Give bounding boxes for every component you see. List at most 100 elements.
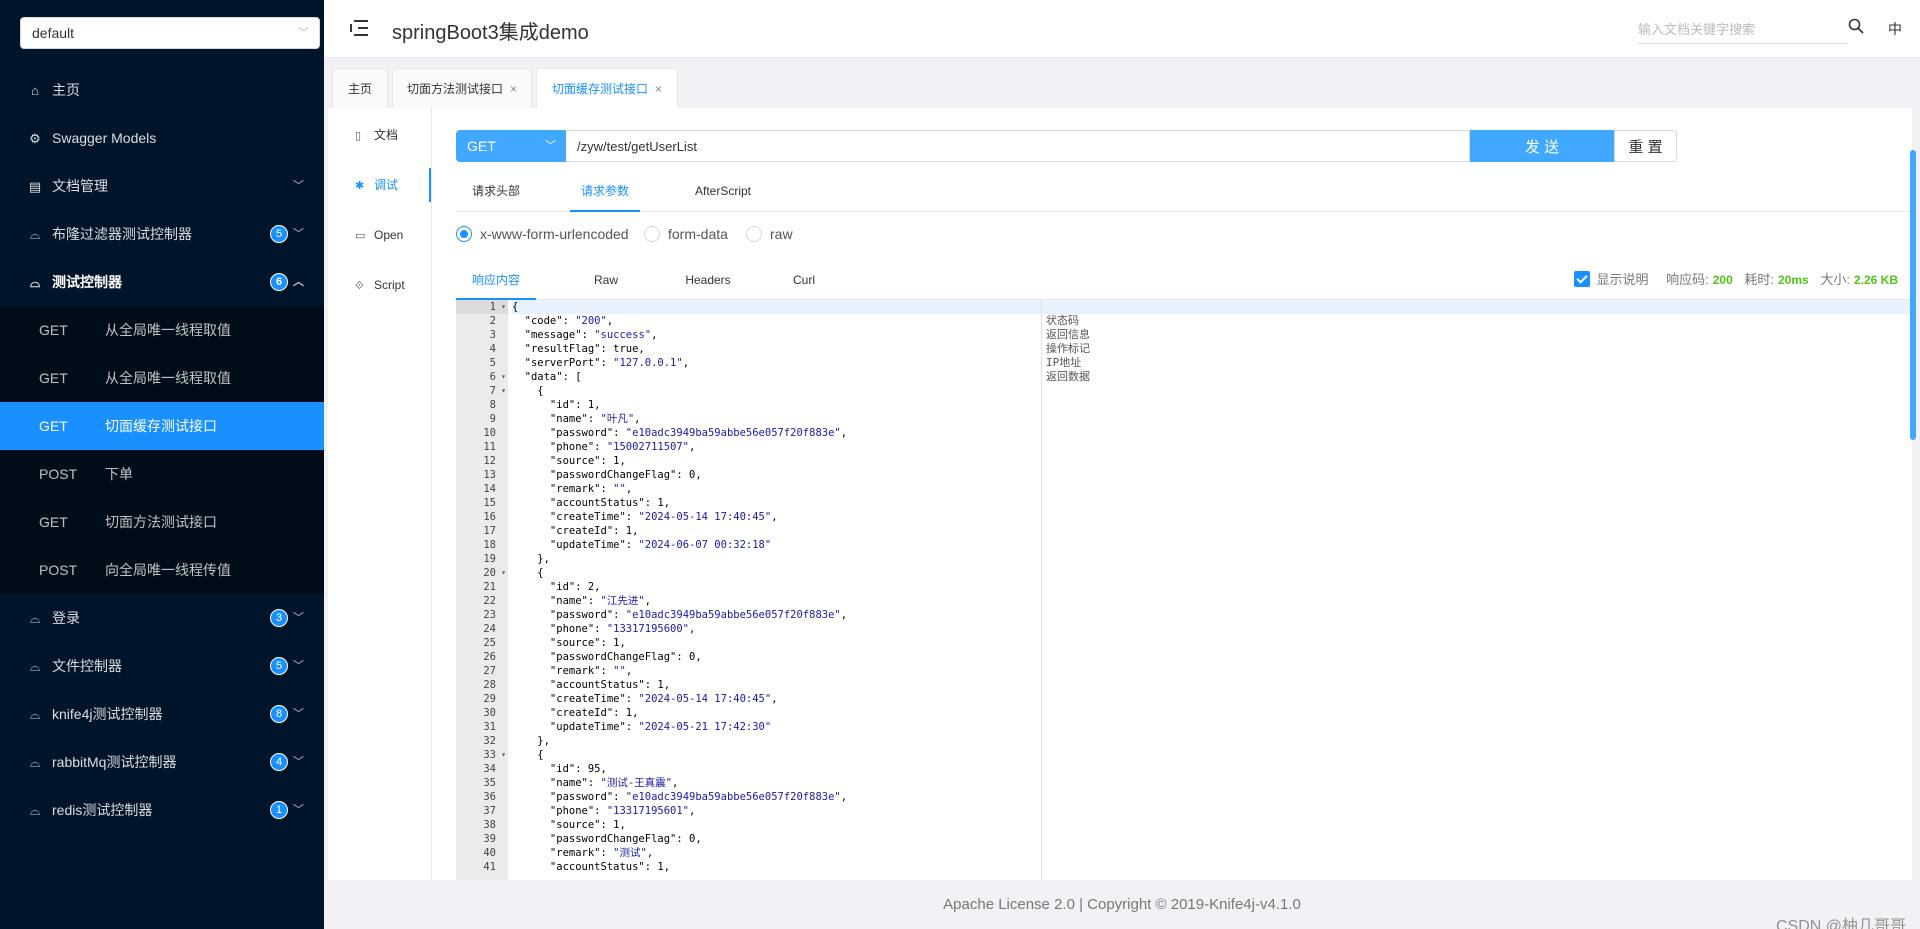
- menu-item-label: Swagger Models: [52, 130, 157, 146]
- menu-item-label: 文件控制器: [52, 658, 122, 674]
- menu-group-rabbitmq[interactable]: ⌓ rabbitMq测试控制器 4 ﹀: [0, 738, 324, 786]
- http-method: GET: [39, 514, 68, 530]
- radio-label: x-www-form-urlencoded: [480, 226, 629, 242]
- line-number: 8: [456, 398, 508, 412]
- api-icon: ⌓: [29, 611, 41, 626]
- fold-toggle-icon[interactable]: ▾: [501, 748, 506, 762]
- radio-form-data[interactable]: form-data: [644, 222, 728, 246]
- vnav-script[interactable]: ⟐ Script: [327, 268, 431, 302]
- field-comment: 返回数据: [1046, 370, 1090, 383]
- api-item-label: 从全局唯一线程取值: [105, 370, 231, 386]
- menu-fold-icon[interactable]: [348, 17, 370, 39]
- tab-aspect-method[interactable]: 切面方法测试接口 ×: [392, 68, 532, 108]
- vnav-doc[interactable]: ▯ 文档: [327, 118, 431, 152]
- line-number: 5: [456, 356, 508, 370]
- send-button[interactable]: 发 送: [1470, 130, 1614, 162]
- tab-response-content[interactable]: 响应内容: [456, 260, 536, 300]
- menu-item-swagger-models[interactable]: ⚙ Swagger Models: [0, 114, 324, 162]
- menu-group-knife4j[interactable]: ⌓ knife4j测试控制器 8 ﹀: [0, 690, 324, 738]
- line-number: 14: [456, 482, 508, 496]
- tab-response-raw[interactable]: Raw: [576, 260, 636, 300]
- line-number: 3: [456, 328, 508, 342]
- show-desc-checkbox[interactable]: [1574, 271, 1591, 287]
- line-number: 7 ▾: [456, 384, 508, 398]
- line-number-value: 22: [483, 595, 496, 607]
- menu-group-login[interactable]: ⌓ 登录 3 ﹀: [0, 594, 324, 642]
- menu-group-bloom[interactable]: ⌓ 布隆过滤器测试控制器 5 ﹀: [0, 210, 324, 258]
- api-item-label: 切面缓存测试接口: [105, 418, 217, 434]
- code-line: "accountStatus": 1,: [512, 679, 671, 691]
- response-editor[interactable]: 1 ▾ 2 3 4 5 6 ▾ 7 ▾ 8 9 10 11 12 13 14 15 16 17 18 19 20 ▾ 21 22 2…: [456, 300, 1912, 880]
- code-line: "remark": "测试",: [512, 847, 654, 859]
- reset-button[interactable]: 重 置: [1614, 130, 1677, 162]
- menu-item-doc-manage[interactable]: ▤ 文档管理 ﹀: [0, 162, 324, 210]
- doc-search-input[interactable]: [1638, 16, 1848, 44]
- response-tabs: 响应内容 Raw Headers Curl 显示说明 响应码: 200 耗时: 20…: [456, 260, 1912, 300]
- chevron-down-icon: ﹀: [293, 612, 304, 624]
- tab-request-params[interactable]: 请求参数: [570, 172, 640, 212]
- fold-toggle-icon[interactable]: ▾: [501, 370, 506, 384]
- close-icon[interactable]: ×: [510, 82, 517, 96]
- api-item[interactable]: POST 下单: [0, 450, 324, 498]
- code-line: "password": "e10adc3949ba59abbe56e057f20…: [512, 609, 848, 621]
- menu-item-label: 文档管理: [52, 178, 108, 194]
- count-badge: 6: [270, 273, 288, 291]
- tab-response-curl[interactable]: Curl: [774, 260, 834, 300]
- line-number-value: 27: [483, 665, 496, 677]
- menu-group-test[interactable]: ⌓ 测试控制器 6 ︿: [0, 258, 324, 306]
- line-number-value: 13: [483, 469, 496, 481]
- fold-toggle-icon[interactable]: ▾: [501, 384, 506, 398]
- api-item[interactable]: POST 向全局唯一线程传值: [0, 546, 324, 594]
- code-line: "password": "e10adc3949ba59abbe56e057f20…: [512, 791, 848, 803]
- count-badge: 1: [270, 801, 288, 819]
- submenu-test: GET 从全局唯一线程取值 GET 从全局唯一线程取值 GET 切面缓存测试接口 PO…: [0, 306, 324, 594]
- tab-response-headers[interactable]: Headers: [668, 260, 748, 300]
- menu-group-file[interactable]: ⌓ 文件控制器 5 ﹀: [0, 642, 324, 690]
- line-number: 4: [456, 342, 508, 356]
- fold-toggle-icon[interactable]: ▾: [501, 300, 506, 314]
- line-number-value: 16: [483, 511, 496, 523]
- fold-toggle-icon[interactable]: ▾: [501, 566, 506, 580]
- tab-request-headers[interactable]: 请求头部: [456, 172, 536, 212]
- menu-item-home[interactable]: ⌂ 主页: [0, 66, 324, 114]
- app-title: springBoot3集成demo: [392, 22, 589, 44]
- line-number: 21: [456, 580, 508, 594]
- api-item[interactable]: GET 切面方法测试接口: [0, 498, 324, 546]
- line-number: 22: [456, 594, 508, 608]
- url-input[interactable]: [566, 130, 1470, 162]
- count-badge: 5: [270, 225, 288, 243]
- code-line: {: [512, 567, 544, 579]
- group-select[interactable]: default ﹀: [20, 17, 320, 49]
- code-line: "createTime": "2024-05-14 17:40:45",: [512, 693, 778, 705]
- menu-item-label: 主页: [52, 82, 80, 98]
- radio-raw[interactable]: raw: [746, 222, 793, 246]
- line-number: 11: [456, 440, 508, 454]
- line-number: 17: [456, 524, 508, 538]
- code-line: "remark": "",: [512, 483, 633, 495]
- menu-group-redis[interactable]: ⌓ redis测试控制器 1 ﹀: [0, 786, 324, 834]
- vnav-debug[interactable]: ✱ 调试: [327, 168, 431, 202]
- tab-home[interactable]: 主页: [332, 68, 388, 108]
- line-number-value: 29: [483, 693, 496, 705]
- vnav-open[interactable]: ▭ Open: [327, 218, 431, 252]
- line-number: 40: [456, 846, 508, 860]
- tab-afterscript[interactable]: AfterScript: [680, 172, 766, 212]
- vertical-scrollbar[interactable]: [1910, 150, 1916, 440]
- api-item-label: 从全局唯一线程取值: [105, 322, 231, 338]
- file-icon: ▯: [355, 130, 362, 142]
- search-icon[interactable]: [1848, 18, 1864, 34]
- http-method: POST: [39, 466, 78, 482]
- method-select[interactable]: GET ﹀: [456, 130, 566, 162]
- language-switch[interactable]: 中: [1888, 19, 1902, 39]
- count-badge: 5: [270, 657, 288, 675]
- api-item[interactable]: GET 从全局唯一线程取值: [0, 306, 324, 354]
- close-icon[interactable]: ×: [655, 82, 662, 96]
- param-tabs: 请求头部 请求参数 AfterScript: [456, 172, 1912, 212]
- tab-aspect-cache[interactable]: 切面缓存测试接口 ×: [536, 68, 678, 110]
- api-item[interactable]: GET 从全局唯一线程取值: [0, 354, 324, 402]
- line-number: 28: [456, 678, 508, 692]
- api-item-active[interactable]: GET 切面缓存测试接口: [0, 402, 324, 450]
- line-number: 10: [456, 426, 508, 440]
- radio-urlencoded[interactable]: x-www-form-urlencoded: [456, 222, 629, 246]
- size-label: 大小:: [1820, 272, 1850, 287]
